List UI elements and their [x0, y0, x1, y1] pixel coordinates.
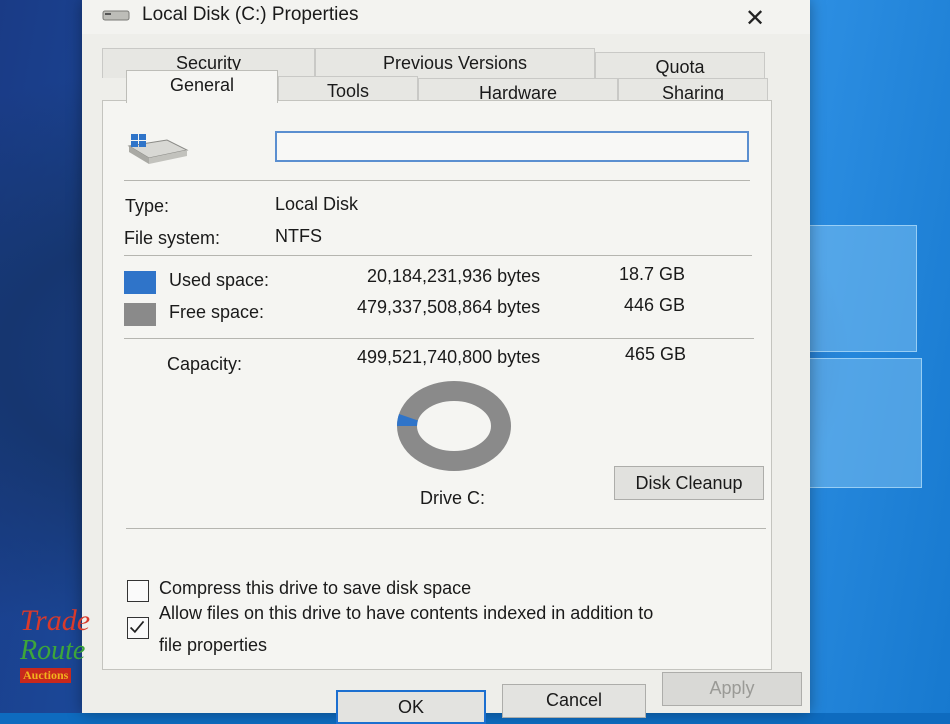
separator: [124, 338, 754, 339]
ok-button[interactable]: OK: [336, 690, 486, 724]
donut-free-ring: [397, 381, 511, 471]
index-checkbox[interactable]: [127, 617, 149, 639]
windows-logo-pane: [795, 225, 917, 352]
separator: [124, 255, 752, 256]
free-space-label: Free space:: [169, 302, 265, 322]
index-label-line2: file properties: [159, 635, 268, 655]
windows-logo-pane: [795, 358, 922, 488]
separator: [124, 180, 750, 181]
compress-checkbox[interactable]: [127, 580, 149, 602]
capacity-bytes: 499,521,740,800 bytes: [357, 347, 541, 367]
used-space-size: 18.7 GB: [619, 264, 686, 284]
tab-quota[interactable]: Quota: [595, 52, 765, 80]
used-space-bytes: 20,184,231,936 bytes: [367, 266, 541, 286]
capacity-label: Capacity:: [167, 354, 243, 374]
drive-name-input[interactable]: [275, 131, 749, 162]
used-space-label: Used space:: [169, 270, 270, 290]
hard-drive-icon: [127, 134, 189, 164]
checkmark-icon: [129, 620, 145, 634]
logo-line-trade: Trade: [20, 604, 91, 637]
tab-previous-versions[interactable]: Previous Versions: [315, 48, 595, 78]
tab-general[interactable]: General: [126, 70, 278, 103]
disk-cleanup-button[interactable]: Disk Cleanup: [614, 466, 764, 500]
type-label: Type:: [125, 196, 170, 216]
drive-icon: [102, 10, 130, 21]
properties-dialog: Local Disk (C:) Properties ✕ Security Pr…: [82, 0, 810, 724]
usage-donut-chart: [397, 381, 511, 471]
logo-line-route: Route: [20, 635, 86, 666]
window-title: Local Disk (C:) Properties: [142, 4, 359, 25]
free-space-bytes: 479,337,508,864 bytes: [357, 297, 541, 317]
file-system-value: NTFS: [275, 226, 322, 246]
apply-button[interactable]: Apply: [662, 672, 802, 706]
drive-label: Drive C:: [420, 488, 486, 508]
donut-used-arc: [397, 414, 419, 427]
trade-route-logo: Trade Route Auctions: [20, 606, 110, 690]
index-label-line1: Allow files on this drive to have conten…: [159, 603, 654, 623]
separator: [126, 528, 766, 529]
title-bar: Local Disk (C:) Properties ✕: [82, 0, 810, 34]
file-system-label: File system:: [124, 228, 221, 248]
free-space-size: 446 GB: [624, 295, 686, 315]
used-space-swatch: [124, 271, 156, 294]
free-space-swatch: [124, 303, 156, 326]
compress-label: Compress this drive to save disk space: [159, 578, 472, 598]
logo-line-auctions: Auctions: [20, 668, 72, 683]
type-value: Local Disk: [275, 194, 359, 214]
close-button[interactable]: ✕: [737, 4, 773, 34]
capacity-size: 465 GB: [625, 344, 687, 364]
